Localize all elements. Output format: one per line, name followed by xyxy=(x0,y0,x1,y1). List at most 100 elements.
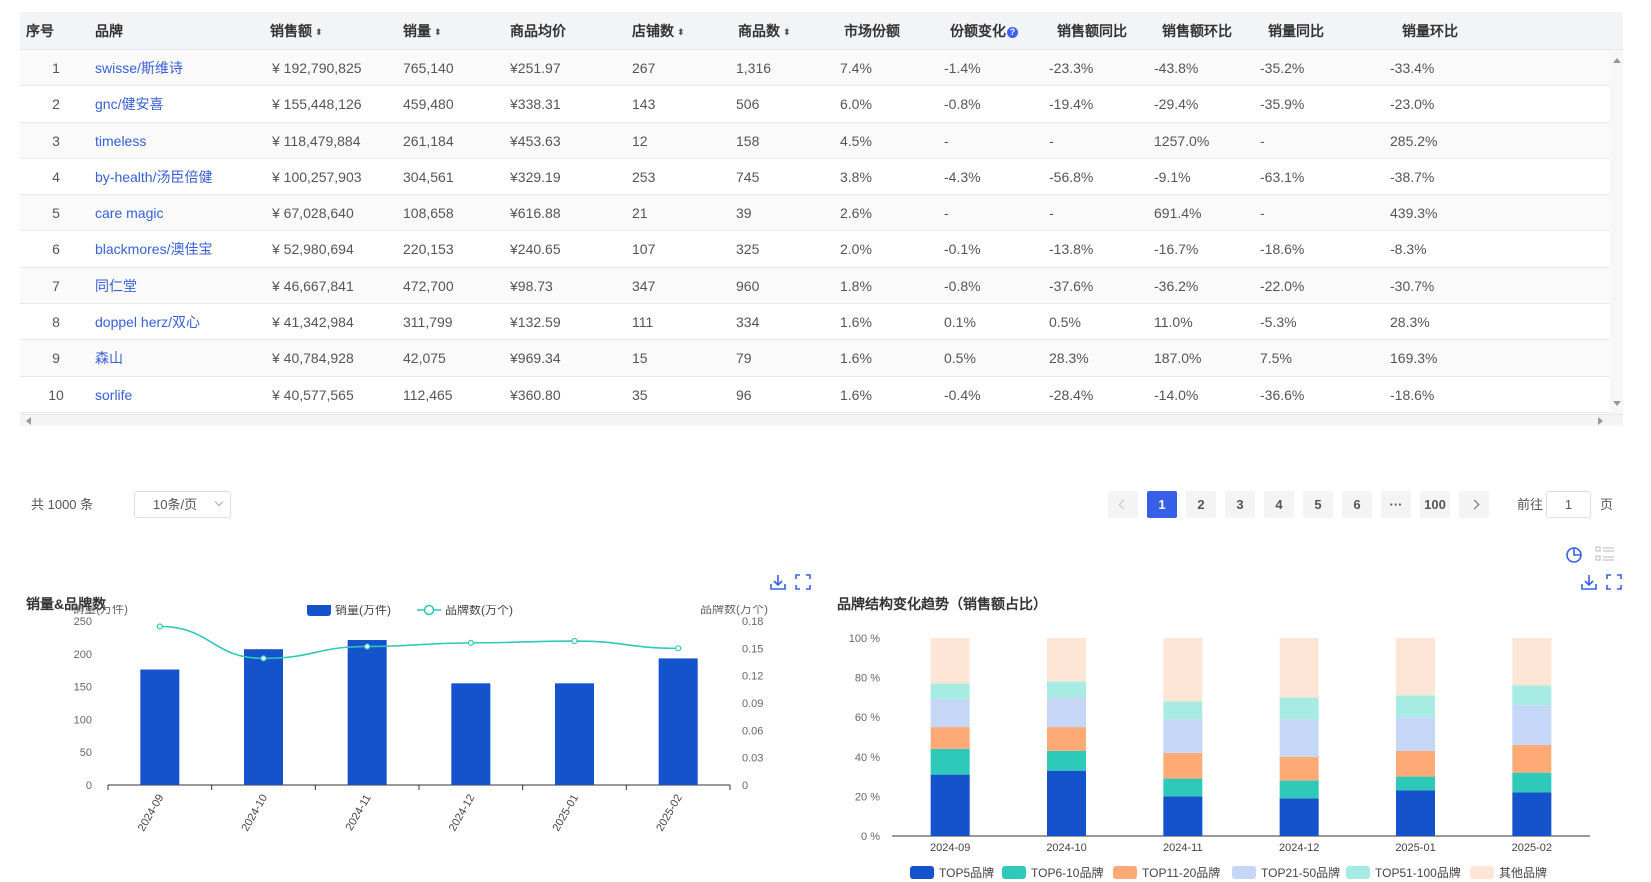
column-header[interactable]: 销量 ⬍ xyxy=(403,12,442,50)
table-cell: 6.0% xyxy=(840,96,872,113)
column-header: 销量同比 xyxy=(1268,12,1324,50)
stacked-bar-segment xyxy=(1163,638,1203,702)
table-cell: -14.0% xyxy=(1154,386,1199,403)
pie-chart-view-icon[interactable] xyxy=(1565,545,1583,563)
bar xyxy=(140,669,180,785)
table-row[interactable]: 6 blackmores/澳佳宝 ¥ 52,980,694 220,153 ¥240.6… xyxy=(20,231,1610,268)
table-row[interactable]: 1 swisse/斯维诗 ¥ 192,790,825 765,140 ¥251.97 26… xyxy=(20,50,1610,87)
stacked-bar-segment xyxy=(1047,770,1086,836)
table-cell: -0.1% xyxy=(944,241,981,258)
legend-marker-line xyxy=(423,605,435,616)
page-button-1[interactable]: 1 xyxy=(1147,491,1177,518)
brand-link[interactable]: 同仁堂 xyxy=(95,268,137,304)
table-cell: 108,658 xyxy=(403,205,454,222)
sort-icon[interactable]: ⬍ xyxy=(434,13,442,51)
y2-tick-label: 0.15 xyxy=(742,643,763,655)
table-cell: ¥969.34 xyxy=(510,350,561,367)
table-cell: -5.3% xyxy=(1260,314,1297,331)
x-tick-label: 2024-09 xyxy=(136,793,167,834)
table-row[interactable]: 8 doppel herz/双心 ¥ 41,342,984 311,799 ¥132.5… xyxy=(20,304,1610,341)
help-icon[interactable]: ? xyxy=(1007,27,1018,38)
sort-icon[interactable]: ⬍ xyxy=(315,13,323,51)
horizontal-scrollbar[interactable] xyxy=(20,414,1623,426)
sort-icon[interactable]: ⬍ xyxy=(783,13,791,51)
column-header-label: 商品数 xyxy=(738,23,780,39)
column-header[interactable]: 商品数 ⬍ xyxy=(738,12,791,50)
list-view-icon[interactable] xyxy=(1595,545,1615,563)
table-cell: -18.6% xyxy=(1260,241,1305,258)
brand-link[interactable]: swisse/斯维诗 xyxy=(95,50,183,86)
table-cell: 7 xyxy=(52,277,60,294)
table-row[interactable]: 2 gnc/健安喜 ¥ 155,448,126 459,480 ¥338.31 143 50… xyxy=(20,86,1610,123)
brand-link[interactable]: care magic xyxy=(95,195,163,231)
prev-page-button[interactable] xyxy=(1108,491,1138,518)
brand-link[interactable]: gnc/健安喜 xyxy=(95,86,163,122)
table-cell: -30.7% xyxy=(1390,277,1435,294)
x-tick-label: 2025-02 xyxy=(1512,842,1552,854)
download-icon-2[interactable] xyxy=(1580,573,1598,591)
page-button-4[interactable]: 4 xyxy=(1264,491,1294,518)
brand-link[interactable]: blackmores/澳佳宝 xyxy=(95,231,212,267)
page-button-2[interactable]: 2 xyxy=(1186,491,1216,518)
stacked-bar-segment xyxy=(1512,792,1552,836)
scroll-down-icon[interactable] xyxy=(1613,401,1621,406)
page-button-5[interactable]: 5 xyxy=(1303,491,1333,518)
vertical-scrollbar[interactable] xyxy=(1610,50,1623,414)
goto-page-input[interactable]: 1 xyxy=(1546,491,1591,518)
table-cell: 472,700 xyxy=(403,277,454,294)
table-row[interactable]: 10 sorlife ¥ 40,577,565 112,465 ¥360.80 35 96 1… xyxy=(20,377,1610,413)
fullscreen-icon[interactable] xyxy=(794,573,812,591)
scroll-right-icon[interactable] xyxy=(1598,417,1603,425)
scroll-up-icon[interactable] xyxy=(1613,58,1621,63)
next-page-button[interactable] xyxy=(1459,491,1489,518)
column-header: 销售额同比 xyxy=(1057,12,1127,50)
brand-link[interactable]: doppel herz/双心 xyxy=(95,304,200,340)
brand-link[interactable]: by-health/汤臣倍健 xyxy=(95,159,212,195)
legend-label: TOP5品牌 xyxy=(939,866,994,880)
page-size-select[interactable]: 10条/页 xyxy=(134,491,231,518)
bar xyxy=(347,640,387,785)
y-tick-label: 50 xyxy=(80,747,92,759)
brand-link[interactable]: 森山 xyxy=(95,340,123,376)
column-header[interactable]: 销售额 ⬍ xyxy=(270,12,323,50)
stacked-bar-segment xyxy=(1512,744,1552,773)
column-header-label: 销量环比 xyxy=(1402,23,1458,39)
sort-icon[interactable]: ⬍ xyxy=(677,13,685,51)
page-button-3[interactable]: 3 xyxy=(1225,491,1255,518)
stacked-bar-segment xyxy=(1163,719,1203,753)
column-header[interactable]: 店铺数 ⬍ xyxy=(632,12,685,50)
table-cell: 1257.0% xyxy=(1154,132,1210,149)
table-cell: 220,153 xyxy=(403,241,454,258)
table-cell: -0.8% xyxy=(944,96,981,113)
legend-swatch xyxy=(1113,866,1137,879)
stacked-bar-segment xyxy=(1396,790,1435,836)
brand-link[interactable]: sorlife xyxy=(95,377,132,413)
page-button-6[interactable]: 6 xyxy=(1342,491,1372,518)
download-icon[interactable] xyxy=(769,573,787,591)
column-header-label: 品牌 xyxy=(95,23,123,39)
column-header: 份额变化? xyxy=(950,12,1018,50)
line-point xyxy=(467,639,474,646)
x-tick-label: 2025-01 xyxy=(551,793,582,834)
stacked-bar-segment xyxy=(1279,756,1319,781)
bar xyxy=(244,649,283,785)
table-row[interactable]: 9 森山 ¥ 40,784,928 42,075 ¥969.34 15 79 1.6% 0.5%… xyxy=(20,340,1610,377)
brand-link[interactable]: timeless xyxy=(95,123,146,159)
table-row[interactable]: 4 by-health/汤臣倍健 ¥ 100,257,903 304,561 ¥329.… xyxy=(20,159,1610,196)
fullscreen-icon-2[interactable] xyxy=(1605,573,1623,591)
table-row[interactable]: 5 care magic ¥ 67,028,640 108,658 ¥616.88 21 3… xyxy=(20,195,1610,232)
scroll-left-icon[interactable] xyxy=(26,417,31,425)
table-cell: 4.5% xyxy=(840,132,872,149)
table-cell: 334 xyxy=(736,314,760,331)
table-cell: 96 xyxy=(736,386,752,403)
table-cell: 107 xyxy=(632,241,656,258)
page-button-last[interactable]: 100 xyxy=(1420,491,1450,518)
table-cell: 459,480 xyxy=(403,96,454,113)
table-cell: ¥ 52,980,694 xyxy=(272,241,354,258)
table-row[interactable]: 3 timeless ¥ 118,479,884 261,184 ¥453.63 12 15… xyxy=(20,122,1610,159)
legend-swatch xyxy=(1346,866,1370,879)
more-pages-button[interactable]: ··· xyxy=(1381,491,1411,518)
table-row[interactable]: 7 同仁堂 ¥ 46,667,841 472,700 ¥98.73 347 960 1.8% -… xyxy=(20,267,1610,305)
table-cell: -29.4% xyxy=(1154,96,1199,113)
column-header-label: 销售额同比 xyxy=(1057,23,1127,39)
